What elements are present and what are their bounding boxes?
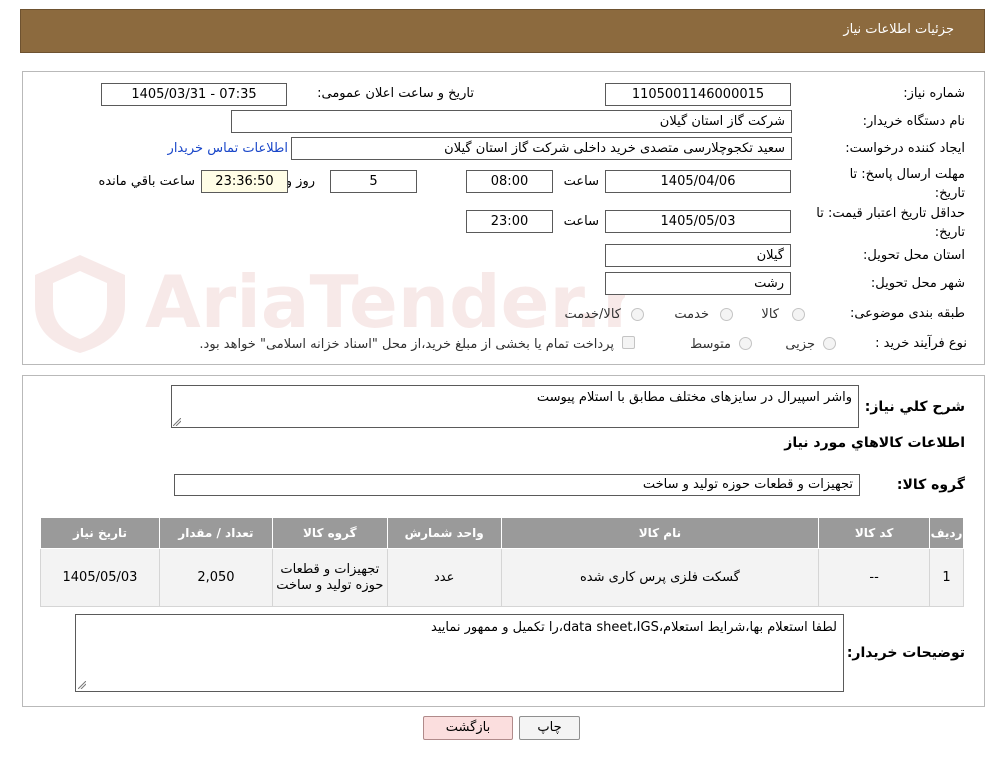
back-button[interactable]: بازگشت xyxy=(423,716,513,740)
announce-field: 1405/03/31 - 07:35 xyxy=(101,83,287,106)
reply-time-field: 08:00 xyxy=(466,170,553,193)
page-header: جزئیات اطلاعات نیاز xyxy=(20,9,985,53)
days-remaining-field: 5 xyxy=(330,170,417,193)
announce-label: تاریخ و ساعت اعلان عمومی: xyxy=(317,86,474,101)
province-label: استان محل تحویل: xyxy=(863,248,965,263)
goods-table-header: ردیف کد کالا نام کالا واحد شمارش گروه کا… xyxy=(40,517,964,549)
col-goods-group: گروه کالا xyxy=(271,517,388,549)
process-option-medium: متوسط xyxy=(690,337,731,352)
process-label: نوع فرآیند خرید : xyxy=(875,336,967,351)
category-option-goods-service: کالا/خدمت xyxy=(564,307,621,322)
price-validity-label: حداقل تاریخ اعتبار قیمت: تا تاریخ: xyxy=(816,206,965,240)
category-radio-goods-service[interactable] xyxy=(631,308,644,321)
treasury-payment-checkbox[interactable] xyxy=(622,336,635,349)
reply-date-field: 1405/04/06 xyxy=(605,170,791,193)
price-date-field: 1405/05/03 xyxy=(605,210,791,233)
cell-quantity: 2,050 xyxy=(158,548,273,607)
buyer-notes-label: توضیحات خریدار: xyxy=(846,645,965,661)
summary-resize-handle[interactable] xyxy=(173,418,181,426)
buyer-notes-field: لطفا استعلام بها،شرایط استعلام،data shee… xyxy=(75,614,844,692)
col-row-number: ردیف xyxy=(929,517,964,549)
price-time-label: ساعت xyxy=(563,214,599,229)
city-field: رشت xyxy=(605,272,791,295)
requester-field: سعید تکجوچلارسی متصدی خرید داخلی شرکت گا… xyxy=(291,137,792,160)
category-radio-service[interactable] xyxy=(720,308,733,321)
requester-label: ایجاد کننده درخواست: xyxy=(845,141,965,156)
summary-label: شرح کلي نياز: xyxy=(864,399,965,415)
goods-group-field: تجهیزات و قطعات حوزه تولید و ساخت xyxy=(174,474,860,496)
remaining-time-label: ساعت باقي مانده xyxy=(98,174,195,189)
category-label: طبقه بندی موضوعی: xyxy=(849,306,965,321)
contact-buyer-link[interactable]: اطلاعات تماس خریدار xyxy=(168,141,288,156)
cell-unit: عدد xyxy=(386,548,502,607)
need-number-label: شماره نیاز: xyxy=(903,86,965,101)
remaining-time-field: 23:36:50 xyxy=(201,170,288,193)
process-radio-medium[interactable] xyxy=(739,337,752,350)
category-option-goods: کالا xyxy=(761,307,779,322)
goods-group-label: گروه کالا: xyxy=(896,477,965,493)
need-number-field: 1105001146000015 xyxy=(605,83,791,106)
print-button[interactable]: چاپ xyxy=(519,716,580,740)
col-goods-code: کد کالا xyxy=(818,517,931,549)
goods-table: ردیف کد کالا نام کالا واحد شمارش گروه کا… xyxy=(40,517,964,607)
col-need-date: تاریخ نیاز xyxy=(40,517,160,549)
table-row: 1 -- گسکت فلزی پرس کاری شده عدد تجهیزات … xyxy=(40,548,964,607)
reply-deadline-label: مهلت ارسال پاسخ: تا تاریخ: xyxy=(849,167,965,201)
watermark-text: AriaTender.neT xyxy=(145,260,625,344)
province-field: گیلان xyxy=(605,244,791,267)
process-option-minor: جزیی xyxy=(785,337,815,352)
col-goods-name: نام کالا xyxy=(500,517,820,549)
process-radio-minor[interactable] xyxy=(823,337,836,350)
buyer-org-label: نام دستگاه خریدار: xyxy=(862,114,965,129)
notes-resize-handle[interactable] xyxy=(78,681,86,689)
treasury-payment-note: پرداخت تمام یا بخشی از مبلغ خرید،از محل … xyxy=(199,337,614,352)
cell-row-number: 1 xyxy=(929,548,964,607)
col-unit: واحد شمارش xyxy=(386,517,502,549)
col-quantity: تعداد / مقدار xyxy=(158,517,273,549)
category-radio-goods[interactable] xyxy=(792,308,805,321)
summary-field: واشر اسپیرال در سایزهای مختلف مطابق با ا… xyxy=(171,385,859,428)
goods-info-title: اطلاعات کالاهاي مورد نياز xyxy=(784,435,965,451)
days-label: روز و xyxy=(285,174,315,189)
page-title: جزئیات اطلاعات نیاز xyxy=(843,22,954,37)
category-option-service: خدمت xyxy=(674,307,709,322)
price-time-field: 23:00 xyxy=(466,210,553,233)
cell-goods-name: گسکت فلزی پرس کاری شده xyxy=(500,548,820,607)
reply-time-label: ساعت xyxy=(563,174,599,189)
cell-goods-code: -- xyxy=(818,548,931,607)
cell-goods-group: تجهیزات و قطعات حوزه تولید و ساخت xyxy=(271,548,388,607)
city-label: شهر محل تحویل: xyxy=(870,276,965,291)
cell-need-date: 1405/05/03 xyxy=(40,548,160,607)
buyer-org-field: شرکت گاز استان گیلان xyxy=(231,110,792,133)
